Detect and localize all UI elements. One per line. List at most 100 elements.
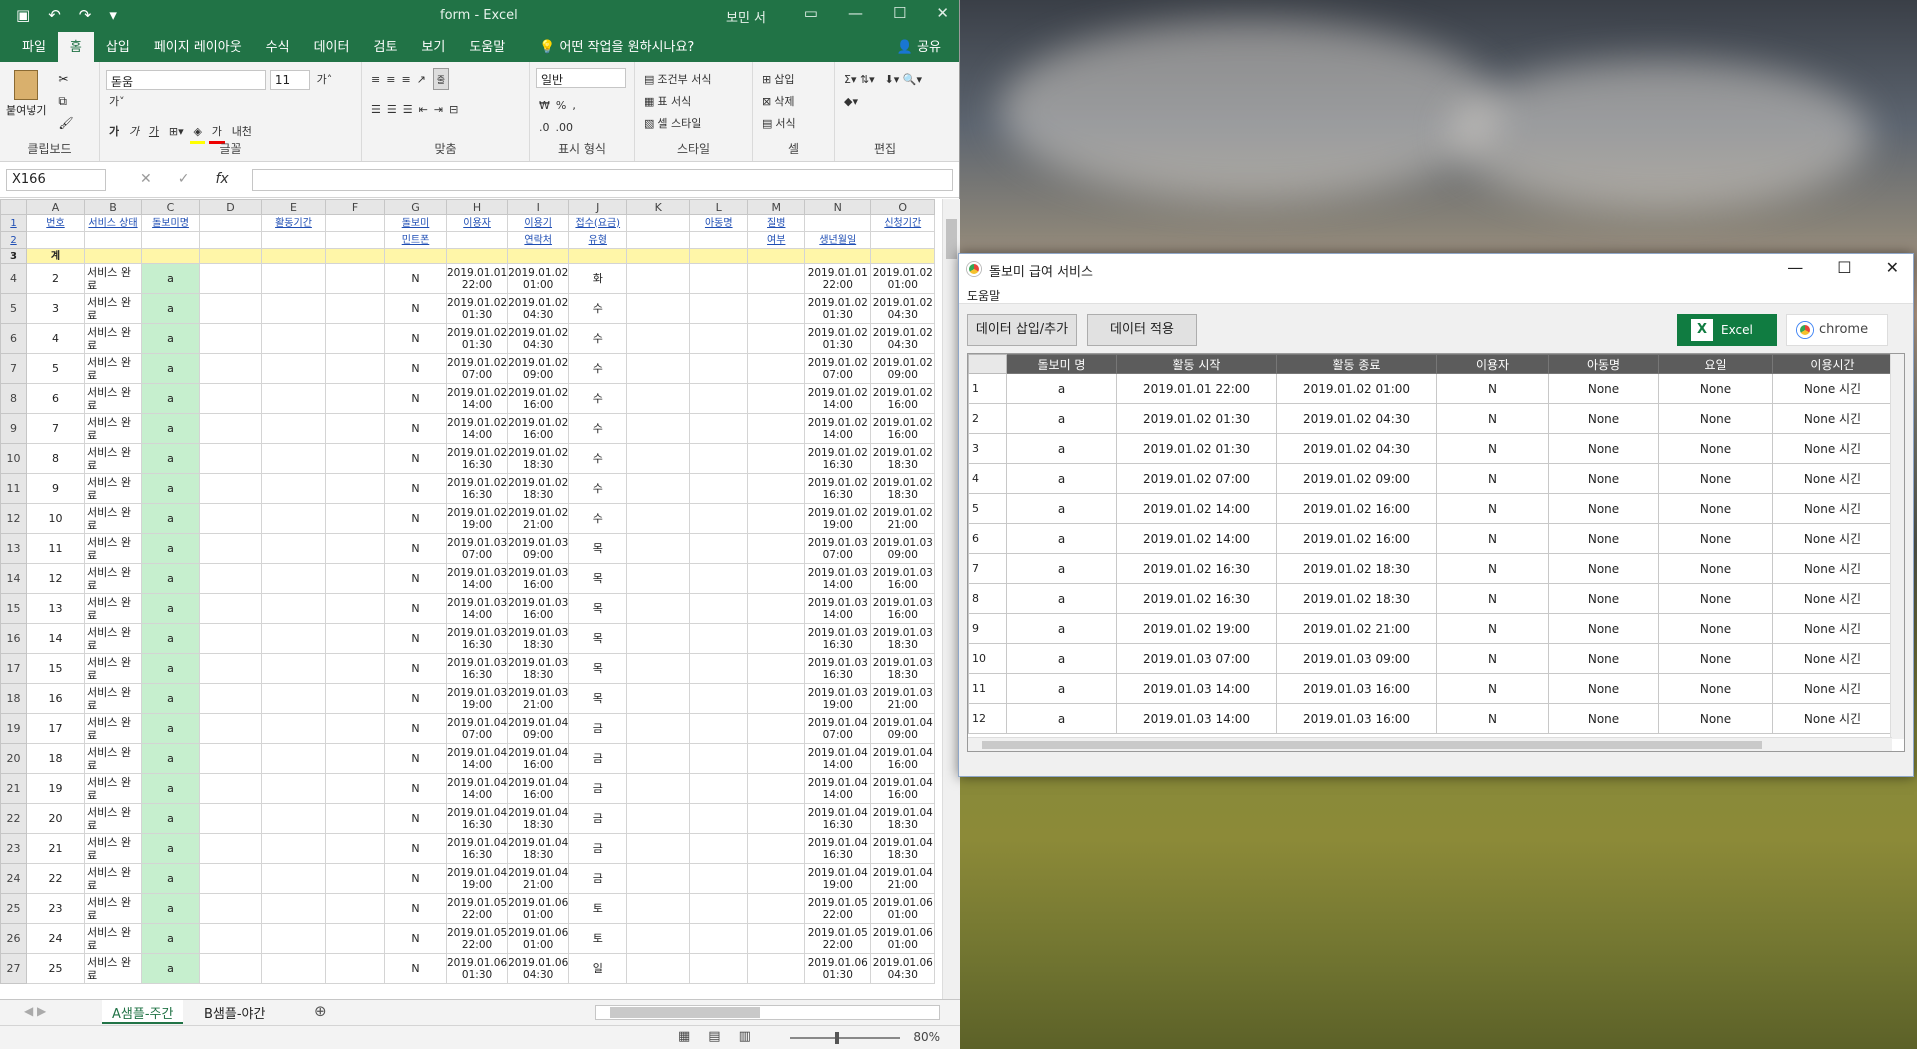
cell[interactable] bbox=[325, 893, 385, 924]
grid-row-header[interactable]: 1 bbox=[968, 373, 1007, 404]
cell-day[interactable]: 금 bbox=[568, 743, 628, 774]
grid-cell[interactable]: 2019.01.02 01:00 bbox=[1276, 373, 1437, 404]
grid-cell[interactable]: None 시긴 bbox=[1772, 613, 1893, 644]
accounting-icon[interactable]: ₩ bbox=[536, 94, 553, 116]
cell-user[interactable]: N bbox=[384, 803, 447, 834]
ribbon-display-icon[interactable]: ▭ bbox=[804, 4, 818, 22]
grid-cell[interactable]: 2019.01.02 04:30 bbox=[1276, 403, 1437, 434]
col-o[interactable]: O bbox=[870, 199, 936, 215]
cell-no[interactable]: 22 bbox=[26, 863, 85, 894]
cell-status[interactable]: 서비스 완료 bbox=[84, 533, 142, 564]
grid-cell[interactable]: None 시긴 bbox=[1772, 493, 1893, 524]
cell[interactable] bbox=[689, 323, 749, 354]
grid-cell[interactable]: None bbox=[1658, 583, 1773, 614]
cell-name[interactable]: a bbox=[141, 863, 200, 894]
cell[interactable] bbox=[626, 623, 691, 654]
chrome-button[interactable]: chrome bbox=[1786, 314, 1888, 346]
cell[interactable] bbox=[325, 503, 385, 534]
grid-cell[interactable]: 2019.01.02 01:30 bbox=[1116, 433, 1277, 464]
cell-start[interactable]: 2019.01.04 16:30 bbox=[445, 833, 509, 864]
cell-status[interactable]: 서비스 완료 bbox=[84, 743, 142, 774]
cell[interactable] bbox=[199, 803, 262, 834]
grid-cell[interactable]: 2019.01.02 04:30 bbox=[1276, 433, 1437, 464]
new-sheet-icon[interactable]: ⊕ bbox=[314, 1002, 327, 1020]
grid-cell[interactable]: N bbox=[1436, 433, 1549, 464]
cell-apply-end[interactable]: 2019.01.04 18:30 bbox=[870, 803, 936, 834]
cell-day[interactable]: 토 bbox=[568, 893, 628, 924]
enter-icon[interactable]: ✓ bbox=[178, 171, 190, 187]
cell-start[interactable]: 2019.01.04 14:00 bbox=[445, 743, 509, 774]
grid-cell[interactable]: N bbox=[1436, 553, 1549, 584]
col-day[interactable]: 요일 bbox=[1658, 354, 1773, 374]
cell-start[interactable]: 2019.01.03 16:30 bbox=[445, 653, 509, 684]
cell[interactable] bbox=[325, 293, 385, 324]
header-cell[interactable] bbox=[261, 231, 326, 249]
cell-name[interactable]: a bbox=[141, 833, 200, 864]
align-top-icon[interactable]: ≡ bbox=[368, 68, 383, 90]
cell[interactable] bbox=[747, 413, 806, 444]
cell-user[interactable]: N bbox=[384, 293, 447, 324]
cell-no[interactable]: 24 bbox=[26, 923, 85, 954]
cell[interactable] bbox=[626, 953, 691, 984]
cell-name[interactable]: a bbox=[141, 623, 200, 654]
cell[interactable] bbox=[689, 263, 749, 294]
col-end[interactable]: 활동 종료 bbox=[1276, 354, 1437, 374]
cell-user[interactable]: N bbox=[384, 743, 447, 774]
cell[interactable] bbox=[747, 803, 806, 834]
cell-user[interactable]: N bbox=[384, 653, 447, 684]
header-cell[interactable] bbox=[445, 231, 509, 249]
user-name[interactable]: 보민 서 bbox=[726, 7, 766, 26]
cell-name[interactable]: a bbox=[141, 413, 200, 444]
cell[interactable] bbox=[445, 248, 509, 264]
cell-status[interactable]: 서비스 완료 bbox=[84, 443, 142, 474]
customize-icon[interactable]: ▾ bbox=[109, 6, 117, 24]
cell-end[interactable]: 2019.01.02 16:00 bbox=[507, 383, 570, 414]
font-name-select[interactable]: 돋움 bbox=[106, 69, 266, 90]
cell[interactable] bbox=[199, 563, 262, 594]
cancel-icon[interactable]: ✕ bbox=[140, 171, 152, 187]
grid-row[interactable]: 12 a 2019.01.03 14:00 2019.01.03 16:00 N None… bbox=[968, 703, 1893, 734]
tab-prev-icon[interactable]: ◀ ▶ bbox=[24, 1004, 46, 1018]
cell[interactable] bbox=[626, 443, 691, 474]
cell[interactable] bbox=[261, 623, 326, 654]
cell-user[interactable]: N bbox=[384, 623, 447, 654]
header-cell[interactable]: 연락처 bbox=[507, 231, 570, 249]
cell[interactable] bbox=[325, 323, 385, 354]
decrease-decimal-icon[interactable]: .00 bbox=[553, 116, 577, 138]
col-b[interactable]: B bbox=[84, 199, 142, 215]
cell[interactable] bbox=[747, 563, 806, 594]
cell[interactable] bbox=[747, 743, 806, 774]
grid-cell[interactable]: None bbox=[1658, 493, 1773, 524]
cell[interactable] bbox=[199, 443, 262, 474]
increase-decimal-icon[interactable]: .0 bbox=[536, 116, 553, 138]
zoom-level[interactable]: 80% bbox=[913, 1030, 940, 1044]
cell[interactable] bbox=[626, 413, 691, 444]
cell-day[interactable]: 금 bbox=[568, 713, 628, 744]
cell-status[interactable]: 서비스 완료 bbox=[84, 593, 142, 624]
cell[interactable] bbox=[261, 248, 326, 264]
header-cell[interactable] bbox=[26, 231, 85, 249]
cell-day[interactable]: 수 bbox=[568, 323, 628, 354]
cell-start[interactable]: 2019.01.03 07:00 bbox=[445, 533, 509, 564]
col-i[interactable]: I bbox=[507, 199, 570, 215]
row-header[interactable]: 24 bbox=[0, 863, 27, 894]
underline-icon[interactable]: 가 bbox=[146, 120, 162, 142]
cell-name[interactable]: a bbox=[141, 563, 200, 594]
cell-name[interactable]: a bbox=[141, 713, 200, 744]
grid-cell[interactable]: N bbox=[1436, 373, 1549, 404]
cell-name[interactable]: a bbox=[141, 743, 200, 774]
cell-apply-start[interactable]: 2019.01.02 14:00 bbox=[804, 413, 872, 444]
row-header[interactable]: 21 bbox=[0, 773, 27, 804]
header-cell[interactable]: 이용기 bbox=[507, 214, 570, 232]
cell-no[interactable]: 12 bbox=[26, 563, 85, 594]
cell-user[interactable]: N bbox=[384, 263, 447, 294]
grid-cell[interactable]: None 시긴 bbox=[1772, 703, 1893, 734]
grid-row-header[interactable]: 9 bbox=[968, 613, 1007, 644]
cell-apply-end[interactable]: 2019.01.06 04:30 bbox=[870, 953, 936, 984]
cell[interactable] bbox=[261, 443, 326, 474]
phonetic-icon[interactable]: 내천 bbox=[229, 120, 255, 142]
cell-no[interactable]: 16 bbox=[26, 683, 85, 714]
grid-cell[interactable]: None bbox=[1658, 643, 1773, 674]
cell-name[interactable]: a bbox=[141, 653, 200, 684]
grid-cell[interactable]: N bbox=[1436, 673, 1549, 704]
